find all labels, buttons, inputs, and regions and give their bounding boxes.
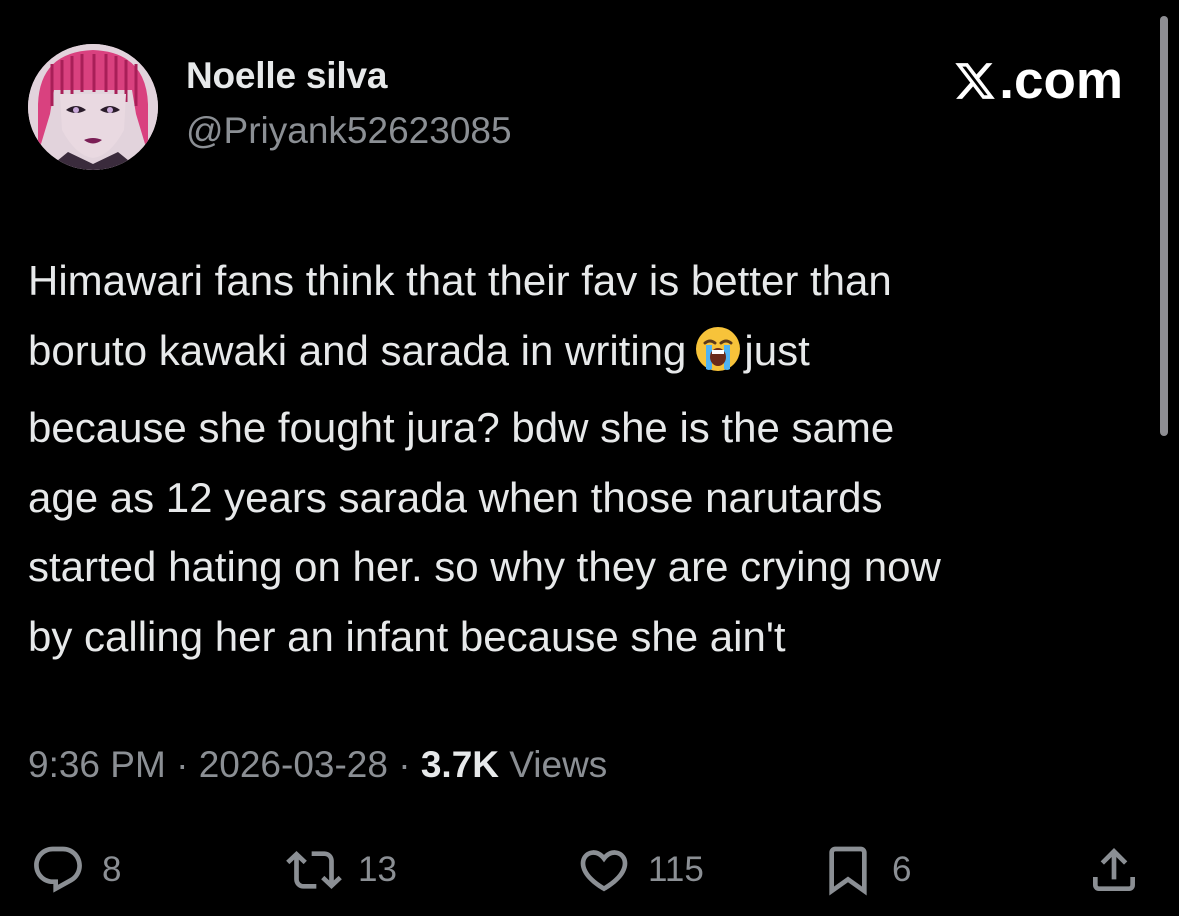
tweet-date[interactable]: 2026-03-28	[199, 744, 388, 785]
tweet-text-line: Himawari fans think that their fav is be…	[28, 257, 892, 304]
like-button[interactable]: 115	[576, 838, 704, 902]
tweet-text-line: by calling her an infant because she ain…	[28, 612, 786, 660]
meta-separator: ·	[165, 744, 199, 785]
tweet-action-bar: 8 13 115 6	[0, 838, 1179, 902]
retweet-count: 13	[358, 850, 397, 889]
author-display-name[interactable]: Noelle silva	[186, 55, 387, 97]
reply-count: 8	[102, 850, 122, 889]
tweet-meta: 9:36 PM · 2026-03-28 · 3.7K Views	[28, 744, 607, 786]
loudly-crying-face-emoji-icon	[694, 324, 742, 394]
tweet-time[interactable]: 9:36 PM	[28, 744, 166, 785]
x-com-logo: .com	[953, 50, 1123, 111]
bookmark-icon	[829, 846, 867, 896]
x-logo-icon	[955, 62, 996, 99]
tweet-text: Himawari fans think that their fav is be…	[28, 246, 1153, 671]
bookmark-count: 6	[892, 850, 912, 889]
retweet-button[interactable]: 13	[286, 838, 397, 902]
x-com-logo-text: .com	[999, 51, 1123, 110]
meta-separator: ·	[387, 744, 421, 785]
bookmark-button[interactable]: 6	[820, 838, 911, 902]
like-count: 115	[648, 850, 704, 889]
reply-button[interactable]: 8	[30, 838, 121, 902]
tweet-text-fragment: just	[744, 326, 810, 374]
tweet-text-line: because she fought jura? bdw she is the …	[28, 404, 895, 451]
author-handle[interactable]: @Priyank52623085	[186, 110, 512, 152]
views-label: Views	[499, 744, 608, 785]
avatar[interactable]	[28, 44, 158, 170]
share-button[interactable]	[1086, 838, 1142, 902]
reply-icon	[34, 846, 82, 893]
heart-icon	[580, 850, 628, 892]
tweet-text-line: age as 12 years sarada when those naruta…	[28, 473, 883, 521]
tweet-text-fragment: boruto kawaki and sarada in writing	[28, 326, 687, 374]
tweet-text-line: boruto kawaki and sarada in writing just	[28, 316, 1153, 394]
share-icon	[1093, 848, 1135, 891]
retweet-icon	[286, 851, 342, 889]
tweet-text-line: started hating on her. so why they are c…	[28, 543, 941, 590]
scrollbar-thumb[interactable]	[1160, 16, 1168, 436]
views-count: 3.7K	[420, 744, 499, 785]
